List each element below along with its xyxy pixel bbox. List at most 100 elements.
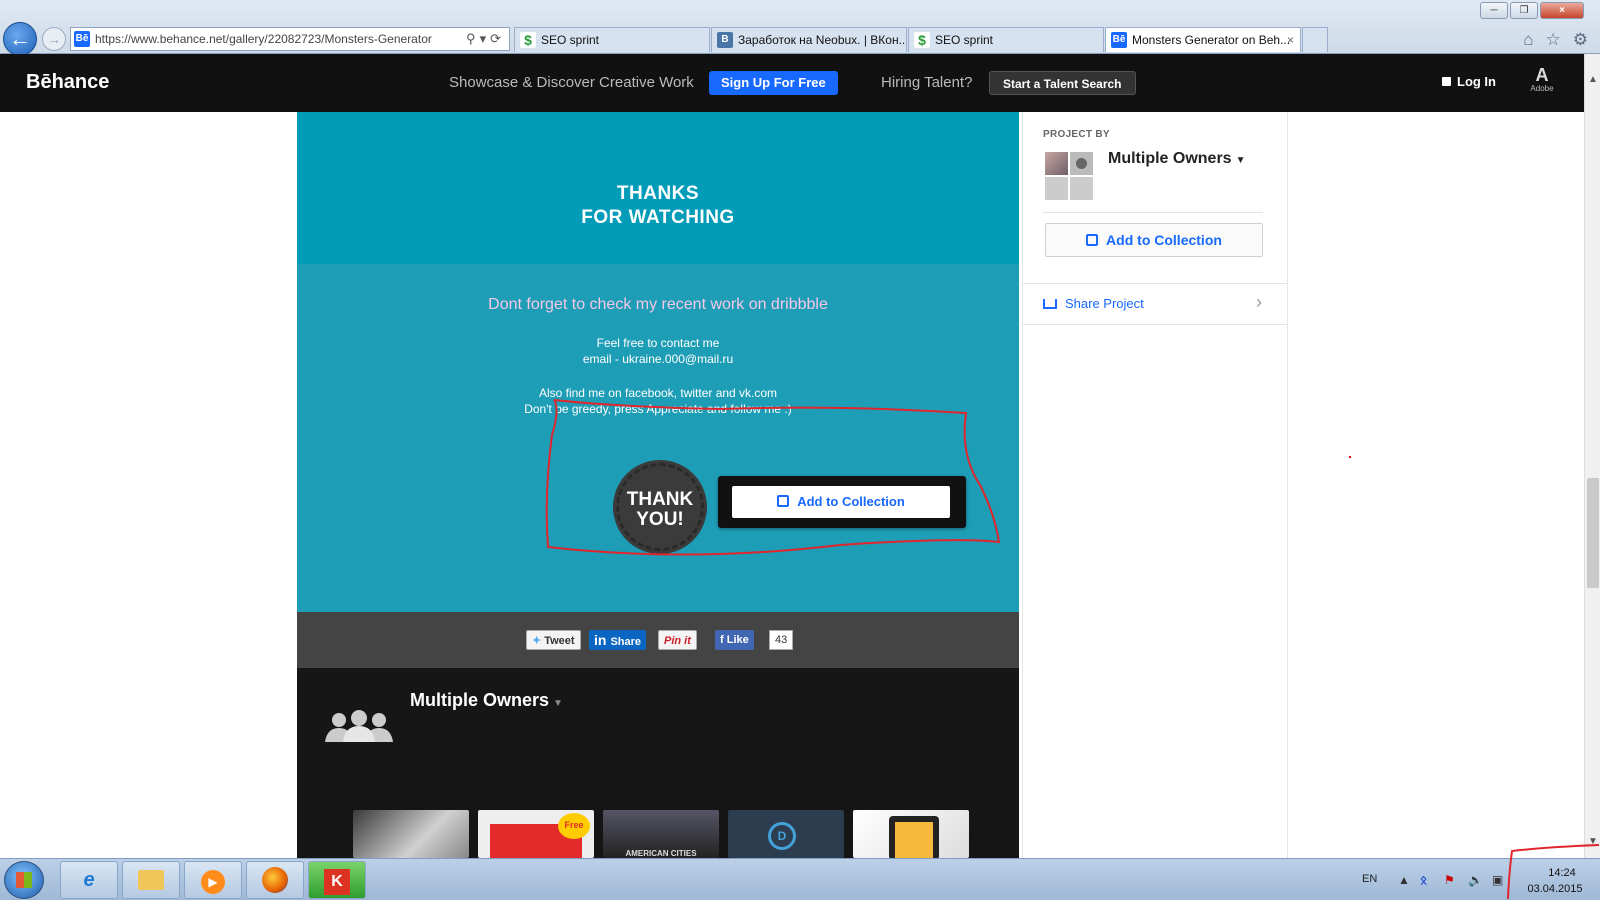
chevron-down-icon: ▼ — [1235, 155, 1246, 166]
browser-toolbar: ← → Bē https://www.behance.net/gallery/2… — [0, 0, 1600, 56]
chevron-right-icon[interactable]: › — [1256, 292, 1262, 313]
dribbble-text: Dont forget to check my recent work on d… — [488, 296, 828, 313]
tab-neobux-vk[interactable]: B Заработок на Neobux. | ВКон... — [711, 27, 907, 52]
home-icon[interactable]: ⌂ — [1523, 30, 1533, 50]
login-link[interactable]: Log In — [1442, 74, 1496, 89]
kaspersky-icon: K — [324, 869, 350, 895]
project-thumbnail[interactable]: AMERICAN CITIES — [603, 810, 719, 858]
facebook-like-button[interactable]: f Like — [715, 630, 754, 650]
window-controls: ─ ❐ × — [1480, 2, 1584, 19]
project-thumbnail[interactable] — [853, 810, 969, 858]
people-group-icon — [325, 710, 393, 742]
taskbar-explorer[interactable] — [122, 861, 180, 899]
taskbar-firefox[interactable] — [246, 861, 304, 899]
behance-logo[interactable]: Bēhance — [26, 71, 109, 94]
forward-button[interactable]: → — [42, 27, 66, 51]
restore-button[interactable]: ❐ — [1510, 2, 1538, 19]
scroll-thumb[interactable] — [1587, 478, 1599, 588]
sidebar-add-to-collection-button[interactable]: Add to Collection — [1045, 223, 1263, 257]
project-thumbnail[interactable]: D — [728, 810, 844, 858]
taskbar-internet-explorer-icon[interactable]: e — [60, 861, 118, 899]
seosprint-favicon-icon: $ — [914, 32, 930, 48]
close-window-button[interactable]: × — [1540, 2, 1584, 19]
divider — [1023, 324, 1287, 325]
vk-favicon-icon: B — [717, 32, 733, 48]
page-scrollbar[interactable]: ▲ ▼ — [1584, 54, 1600, 858]
owner-name-dropdown[interactable]: Multiple Owners ▼ — [1108, 150, 1245, 168]
linkedin-icon: in — [594, 632, 607, 648]
behance-header: Bēhance Showcase & Discover Creative Wor… — [0, 54, 1584, 112]
divider — [1023, 283, 1287, 284]
thumbnail-logo: D — [768, 822, 796, 850]
avatar — [1070, 177, 1093, 200]
divider — [1043, 212, 1263, 213]
free-badge: Free — [558, 813, 590, 839]
phone-screen — [895, 822, 933, 858]
tab-label: Заработок на Neobux. | ВКон... — [738, 33, 907, 47]
adobe-link[interactable]: A Adobe — [1522, 66, 1562, 93]
facebook-label: Like — [726, 634, 749, 646]
hiring-text: Hiring Talent? — [881, 74, 973, 91]
minimize-button[interactable]: ─ — [1480, 2, 1508, 19]
show-hidden-icons-icon[interactable]: ▲ — [1398, 873, 1410, 887]
login-label: Log In — [1457, 74, 1496, 89]
tweet-button[interactable]: ✦ Tweet — [526, 630, 581, 650]
adobe-label: Adobe — [1530, 84, 1554, 93]
phone-image — [889, 816, 939, 858]
owners-title-text: Multiple Owners — [410, 690, 550, 710]
pinterest-button[interactable]: Pin it — [658, 630, 697, 650]
tab-label: Monsters Generator on Beh... — [1132, 33, 1291, 47]
thumbnail-caption: AMERICAN CITIES — [625, 849, 697, 858]
gear-icon[interactable]: ⚙ — [1573, 30, 1588, 50]
seosprint-favicon-icon: $ — [520, 32, 536, 48]
windows-taskbar: e ▶ K EN ▲ ᛟ ⚑ 🔈 ▣ 14:24 03.04.2015 — [0, 858, 1600, 900]
favorites-star-icon[interactable]: ☆ — [1546, 30, 1561, 50]
share-project-label: Share Project — [1065, 296, 1144, 311]
scroll-up-icon[interactable]: ▲ — [1585, 72, 1600, 88]
taskbar-kaspersky[interactable]: K — [308, 861, 366, 899]
red-annotation-stroke — [1507, 844, 1600, 900]
close-tab-icon[interactable]: × — [1287, 28, 1294, 52]
start-button[interactable] — [4, 861, 44, 899]
back-button[interactable]: ← — [3, 22, 37, 56]
signup-button[interactable]: Sign Up For Free — [709, 71, 838, 95]
related-projects-strip: Free AMERICAN CITIES D — [297, 788, 1019, 858]
tab-label: SEO sprint — [935, 33, 994, 47]
project-thumbnail[interactable]: Free — [478, 810, 594, 858]
search-refresh-icons[interactable]: ⚲▾⟳ — [466, 28, 505, 50]
behance-favicon-icon: Bē — [74, 31, 90, 47]
adobe-icon: A — [1535, 65, 1549, 85]
lock-icon — [1442, 77, 1451, 86]
chevron-down-icon: ▼ — [553, 698, 563, 709]
avatar — [1070, 152, 1093, 175]
new-tab-button[interactable] — [1302, 27, 1328, 52]
thanks-line-2: FOR WATCHING — [581, 207, 735, 228]
tab-seo-sprint-2[interactable]: $ SEO sprint — [908, 27, 1104, 52]
address-url: https://www.behance.net/gallery/22082723… — [95, 32, 432, 46]
thanks-line-1: THANKS — [616, 183, 700, 204]
share-project-link[interactable]: Share Project — [1043, 296, 1144, 311]
project-by-label: PROJECT BY — [1043, 129, 1110, 140]
sidebar-add-to-collection-label: Add to Collection — [1106, 232, 1222, 248]
tab-monsters-generator[interactable]: Bē Monsters Generator on Beh... × — [1105, 27, 1301, 52]
project-thumbnail[interactable] — [353, 810, 469, 858]
tweet-label: Tweet — [544, 635, 575, 647]
flag-warning-icon[interactable]: ⚑ — [1444, 873, 1455, 887]
thanks-for-watching: THANKS FOR WATCHING — [297, 182, 1019, 230]
tab-seo-sprint-1[interactable]: $ SEO sprint — [514, 27, 710, 52]
annotation-dot — [1349, 456, 1351, 458]
language-indicator[interactable]: EN — [1362, 873, 1377, 885]
talent-search-button[interactable]: Start a Talent Search — [989, 71, 1136, 95]
bluetooth-icon[interactable]: ᛟ — [1420, 873, 1427, 887]
taskbar-media-player[interactable]: ▶ — [184, 861, 242, 899]
ie-tools: ⌂ ☆ ⚙ — [1523, 30, 1588, 50]
linkedin-share-button[interactable]: in Share — [589, 630, 647, 650]
tab-label: SEO sprint — [541, 33, 600, 47]
address-bar[interactable]: Bē https://www.behance.net/gallery/22082… — [70, 27, 510, 51]
owners-title[interactable]: Multiple Owners ▼ — [410, 690, 563, 711]
volume-icon[interactable]: 🔈 — [1468, 873, 1483, 887]
contact-line: Feel free to contact me — [596, 336, 720, 350]
owner-avatars[interactable] — [1045, 152, 1093, 200]
network-icon[interactable]: ▣ — [1492, 873, 1503, 887]
linkedin-label: Share — [610, 636, 642, 648]
